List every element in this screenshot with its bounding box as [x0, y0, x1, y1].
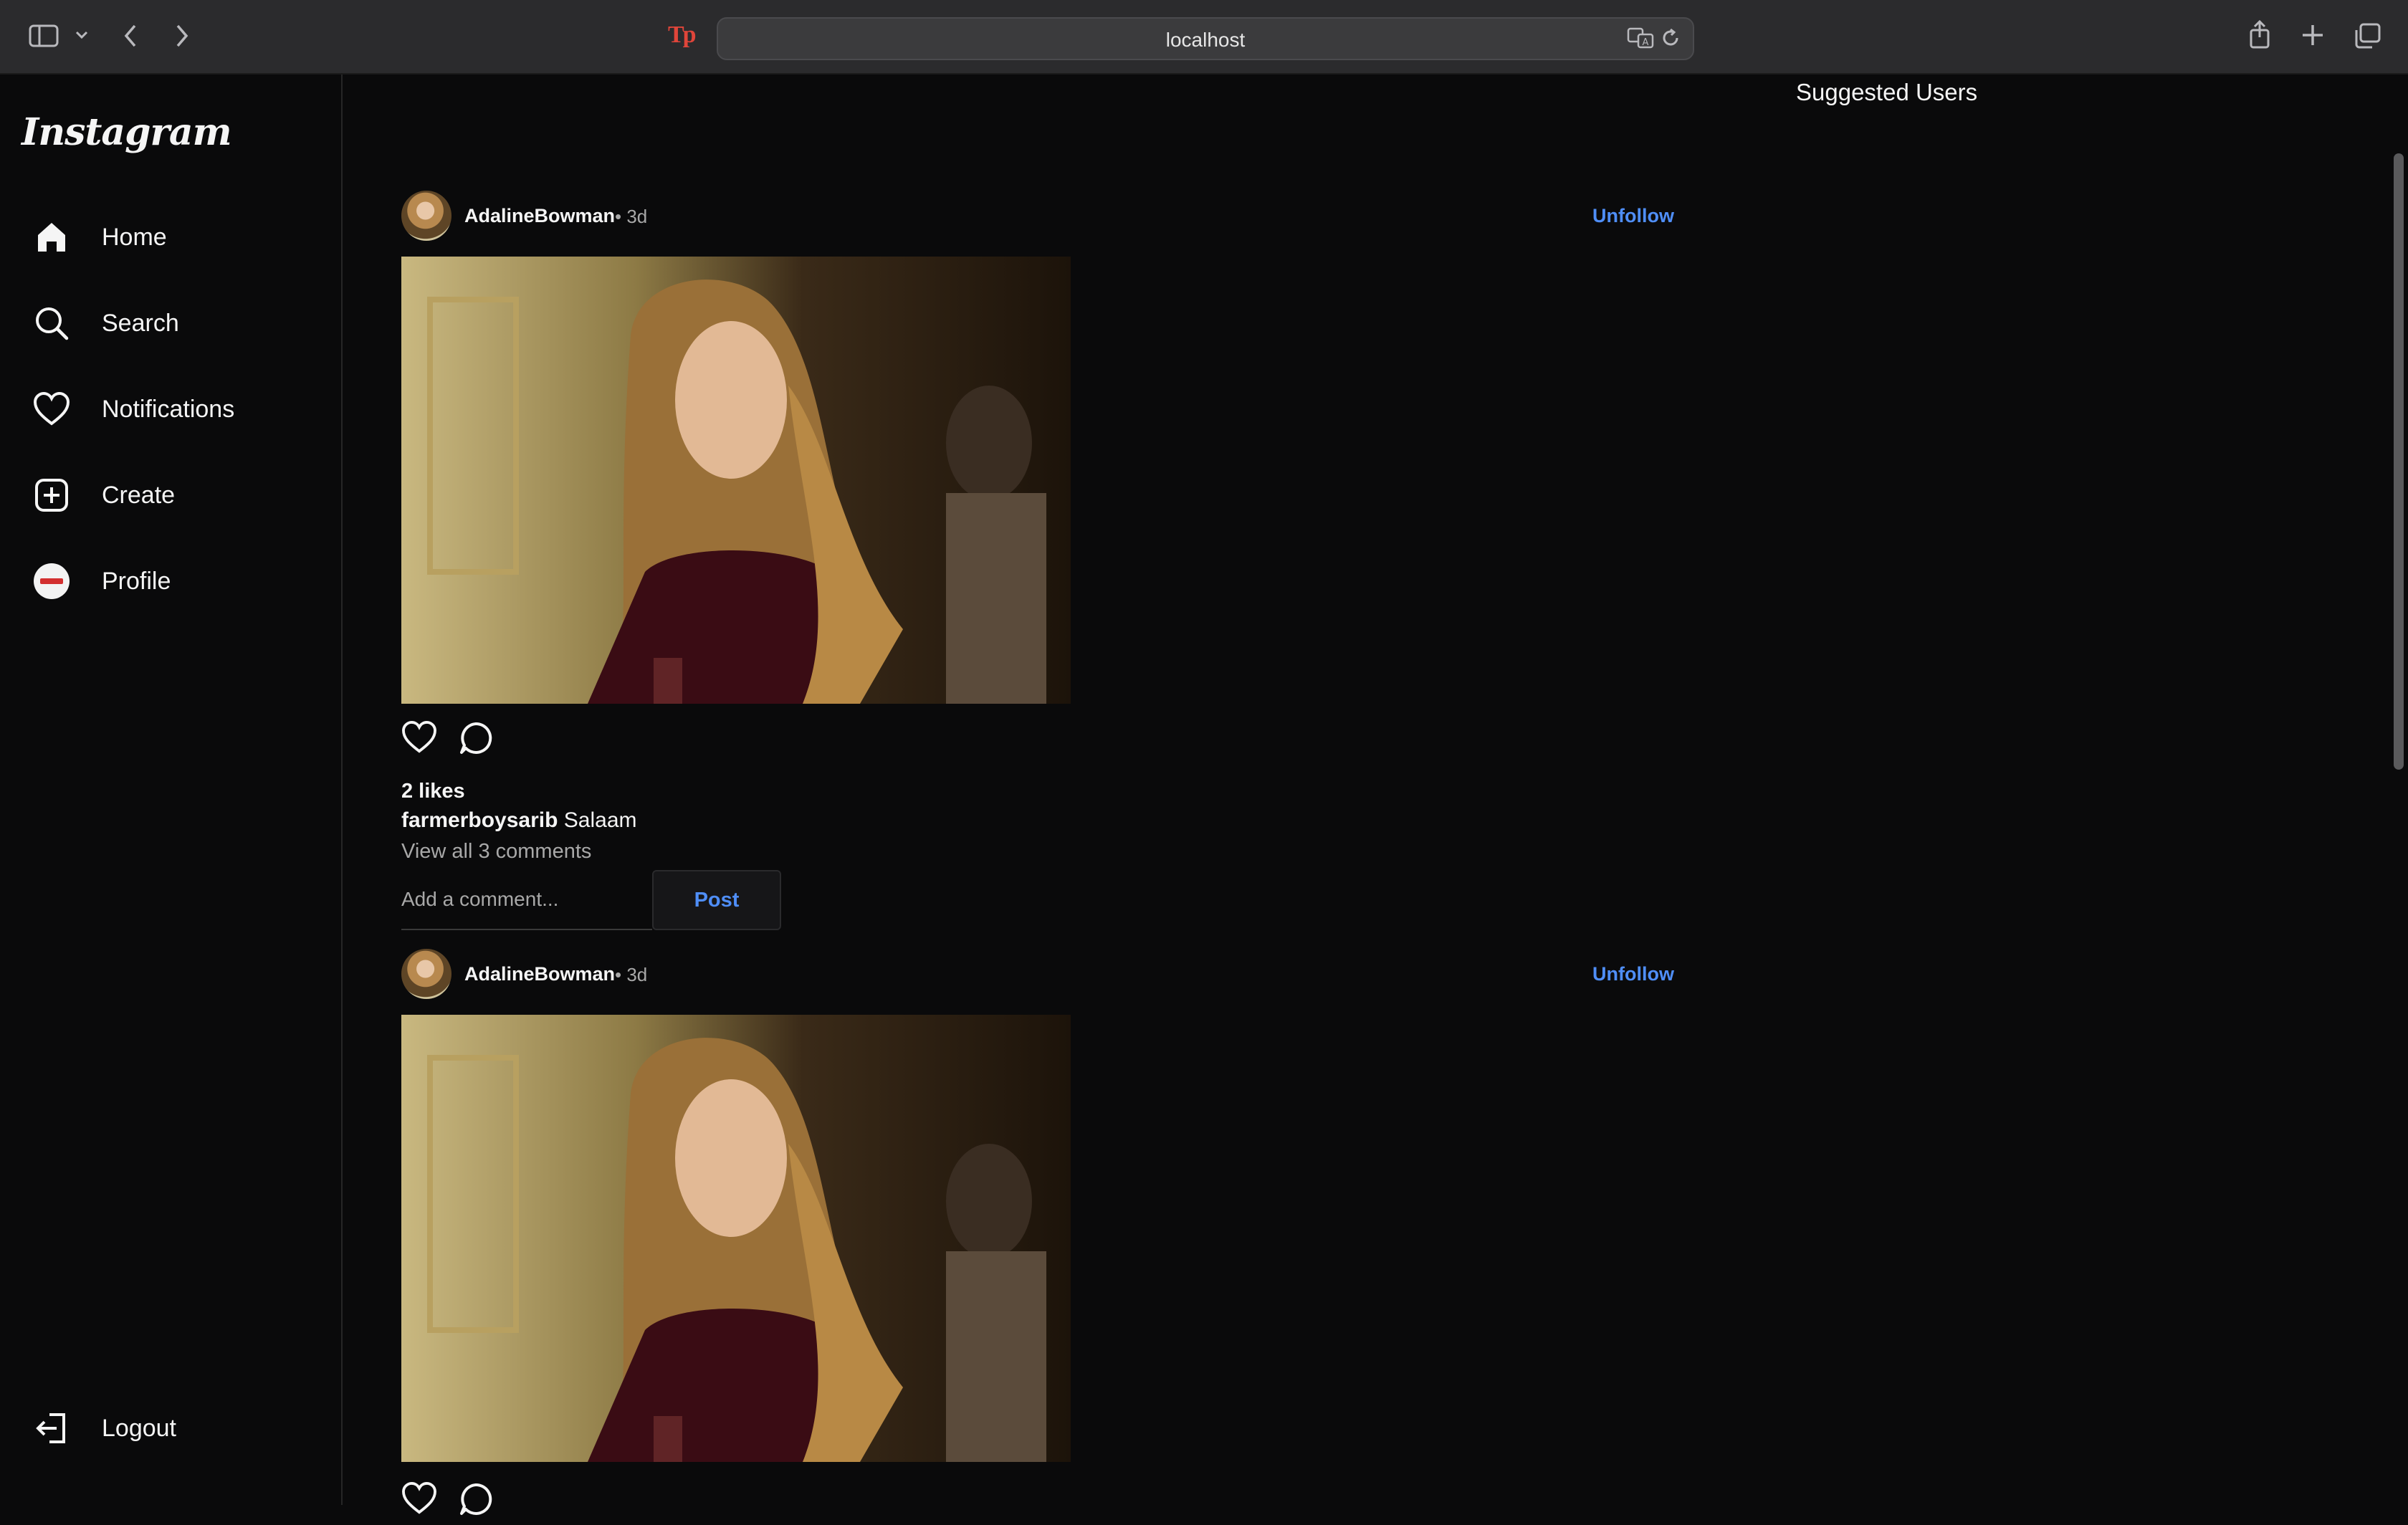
heart-icon	[32, 389, 72, 429]
search-icon	[32, 303, 72, 343]
post-header: AdalineBowman • 3d Unfollow	[401, 188, 1677, 245]
url-text: localhost	[1165, 29, 1246, 51]
sidebar-toggle-icon[interactable]	[29, 24, 59, 47]
plus-square-icon	[32, 475, 72, 515]
avatar[interactable]	[401, 949, 452, 999]
back-icon[interactable]	[122, 23, 139, 49]
logout-label: Logout	[102, 1414, 176, 1442]
suggested-users-title: Suggested Users	[1796, 79, 1978, 105]
post-image[interactable]	[401, 1015, 1071, 1462]
scrollbar-thumb[interactable]	[2394, 153, 2404, 770]
like-heart-icon[interactable]	[401, 1481, 437, 1519]
share-icon[interactable]	[2247, 19, 2272, 50]
comment-input[interactable]	[401, 870, 652, 930]
new-tab-icon[interactable]	[2300, 23, 2325, 47]
feed-post: AdalineBowman • 3d Unfollow	[401, 946, 1677, 1515]
sidebar-item-home[interactable]: Home	[32, 209, 318, 266]
sidebar-item-label: Search	[102, 309, 179, 337]
post-comment-button[interactable]: Post	[652, 870, 781, 930]
comment-form: Post	[401, 870, 781, 930]
sidebar: Instagram Home Search Notifications Crea…	[0, 75, 343, 1505]
browser-toolbar: Tp localhost A	[0, 0, 2408, 75]
post-time: • 3d	[615, 206, 648, 227]
post-caption: farmerboysarib Salaam	[401, 808, 637, 833]
avatar[interactable]	[401, 191, 452, 241]
translate-icon[interactable]: A	[1627, 26, 1656, 50]
sidebar-item-notifications[interactable]: Notifications	[32, 381, 318, 438]
post-time: • 3d	[615, 964, 648, 985]
likes-count[interactable]: 2 likes	[401, 780, 465, 803]
sidebar-item-create[interactable]: Create	[32, 467, 318, 524]
chevron-down-icon[interactable]	[75, 30, 89, 40]
post-actions	[401, 1481, 545, 1525]
forward-icon[interactable]	[173, 23, 191, 49]
instagram-logo[interactable]: Instagram	[22, 110, 232, 154]
sidebar-item-label: Create	[102, 481, 176, 509]
reload-icon[interactable]	[1660, 27, 1681, 49]
caption-username[interactable]: farmerboysarib	[401, 808, 558, 832]
post-image[interactable]	[401, 257, 1071, 704]
unfollow-button[interactable]: Unfollow	[1592, 963, 1674, 985]
logout-button[interactable]: Logout	[32, 1400, 318, 1457]
scrollbar[interactable]	[2388, 75, 2408, 1505]
address-bar[interactable]: localhost A	[717, 17, 1694, 60]
post-username[interactable]: AdalineBowman	[464, 963, 615, 985]
logout-icon	[32, 1408, 72, 1448]
post-username[interactable]: AdalineBowman	[464, 205, 615, 227]
comment-icon[interactable]	[459, 1482, 493, 1520]
post-header: AdalineBowman • 3d Unfollow	[401, 946, 1677, 1003]
view-all-comments-link[interactable]: View all 3 comments	[401, 840, 591, 864]
sidebar-item-search[interactable]: Search	[32, 295, 318, 352]
feed-post: AdalineBowman • 3d Unfollow	[401, 188, 1677, 930]
sidebar-item-label: Profile	[102, 567, 171, 595]
avatar	[34, 563, 70, 599]
sidebar-item-label: Home	[102, 223, 167, 251]
svg-text:A: A	[1643, 37, 1649, 48]
unfollow-button[interactable]: Unfollow	[1592, 205, 1674, 227]
home-icon	[32, 217, 72, 257]
tab-overview-icon[interactable]	[2354, 23, 2381, 49]
caption-text: Salaam	[563, 808, 637, 832]
extension-logo[interactable]: Tp	[668, 21, 697, 49]
comment-icon[interactable]	[459, 721, 493, 759]
like-heart-icon[interactable]	[401, 720, 437, 757]
sidebar-item-profile[interactable]: Profile	[32, 553, 318, 610]
post-actions	[401, 720, 545, 764]
sidebar-item-label: Notifications	[102, 395, 235, 423]
